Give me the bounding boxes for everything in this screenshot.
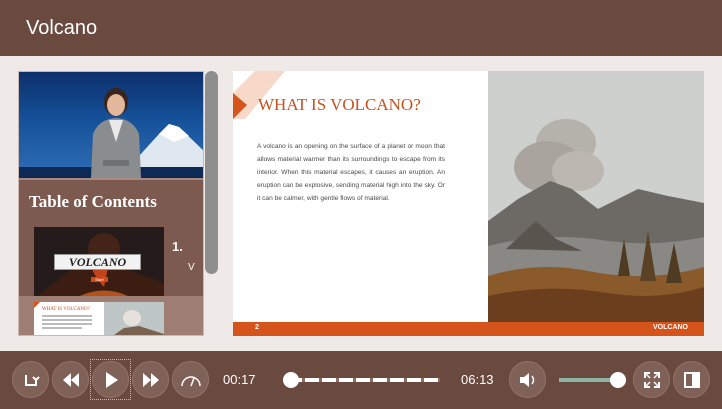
- slide-canvas: WHAT IS VOLCANO? A volcano is an opening…: [233, 71, 704, 336]
- app-title: Volcano: [26, 17, 98, 39]
- forward-button[interactable]: [132, 361, 169, 398]
- slide-body-text: A volcano is an opening on the surface o…: [257, 143, 445, 202]
- toc-item-number: 1.: [172, 239, 183, 254]
- sidebar-toggle-icon: [683, 371, 700, 388]
- volume-handle[interactable]: [609, 372, 626, 388]
- current-time: 00:17: [223, 372, 256, 387]
- volcano-landscape-image: [488, 71, 704, 322]
- presenter-video: [19, 72, 203, 178]
- toc-item-volcano[interactable]: VOLCANO Start 1. V: [19, 220, 203, 299]
- thumbnail-start-button: Start: [91, 277, 108, 282]
- player-stage: Table of Contents VOLCANO Start 1. V WHA…: [0, 56, 722, 351]
- toc-item-overflow: V: [188, 262, 195, 273]
- presenter-image: [19, 88, 203, 178]
- rewind-icon: [62, 372, 79, 387]
- fullscreen-button[interactable]: [633, 361, 670, 398]
- player-controls: 00:17 06:13: [0, 351, 722, 409]
- slide-footer-title: VOLCANO: [653, 324, 688, 331]
- toc-item-what-is-volcano[interactable]: WHAT IS VOLCANO?: [19, 296, 203, 335]
- title-bar: Volcano: [0, 0, 722, 56]
- volcano-photo: [488, 71, 704, 322]
- total-time: 06:13: [461, 372, 494, 387]
- slide-heading: WHAT IS VOLCANO?: [258, 95, 421, 114]
- play-icon: [105, 371, 118, 388]
- seek-bar[interactable]: [288, 378, 440, 382]
- slide-thumbnail: WHAT IS VOLCANO?: [34, 302, 164, 335]
- volume-button[interactable]: [509, 361, 546, 398]
- thumbnail-graphic: [34, 302, 164, 335]
- toc-list: VOLCANO Start 1. V WHAT IS VOLCANO?: [19, 220, 203, 335]
- playback-speed-button[interactable]: [172, 361, 209, 398]
- thumbnail-title: VOLCANO: [54, 254, 141, 270]
- fast-forward-icon: [142, 372, 159, 387]
- toc-title: Table of Contents: [29, 192, 157, 211]
- seek-handle[interactable]: [283, 372, 300, 388]
- speedometer-icon: [180, 375, 201, 386]
- sidebar-toggle-button[interactable]: [673, 361, 710, 398]
- toc-header: Table of Contents: [19, 178, 203, 220]
- slide-thumbnail: VOLCANO Start: [34, 227, 164, 299]
- sidebar: Table of Contents VOLCANO Start 1. V WHA…: [18, 71, 204, 336]
- fullscreen-icon: [643, 371, 660, 388]
- rewind-button[interactable]: [52, 361, 89, 398]
- replay-icon: [24, 374, 40, 386]
- play-button[interactable]: [92, 361, 129, 398]
- slide-number: 2: [255, 324, 259, 331]
- replay-button[interactable]: [12, 361, 49, 398]
- slide-footer: 2 VOLCANO: [233, 322, 704, 336]
- sidebar-scrollbar[interactable]: [205, 71, 218, 274]
- volume-icon: [519, 372, 534, 387]
